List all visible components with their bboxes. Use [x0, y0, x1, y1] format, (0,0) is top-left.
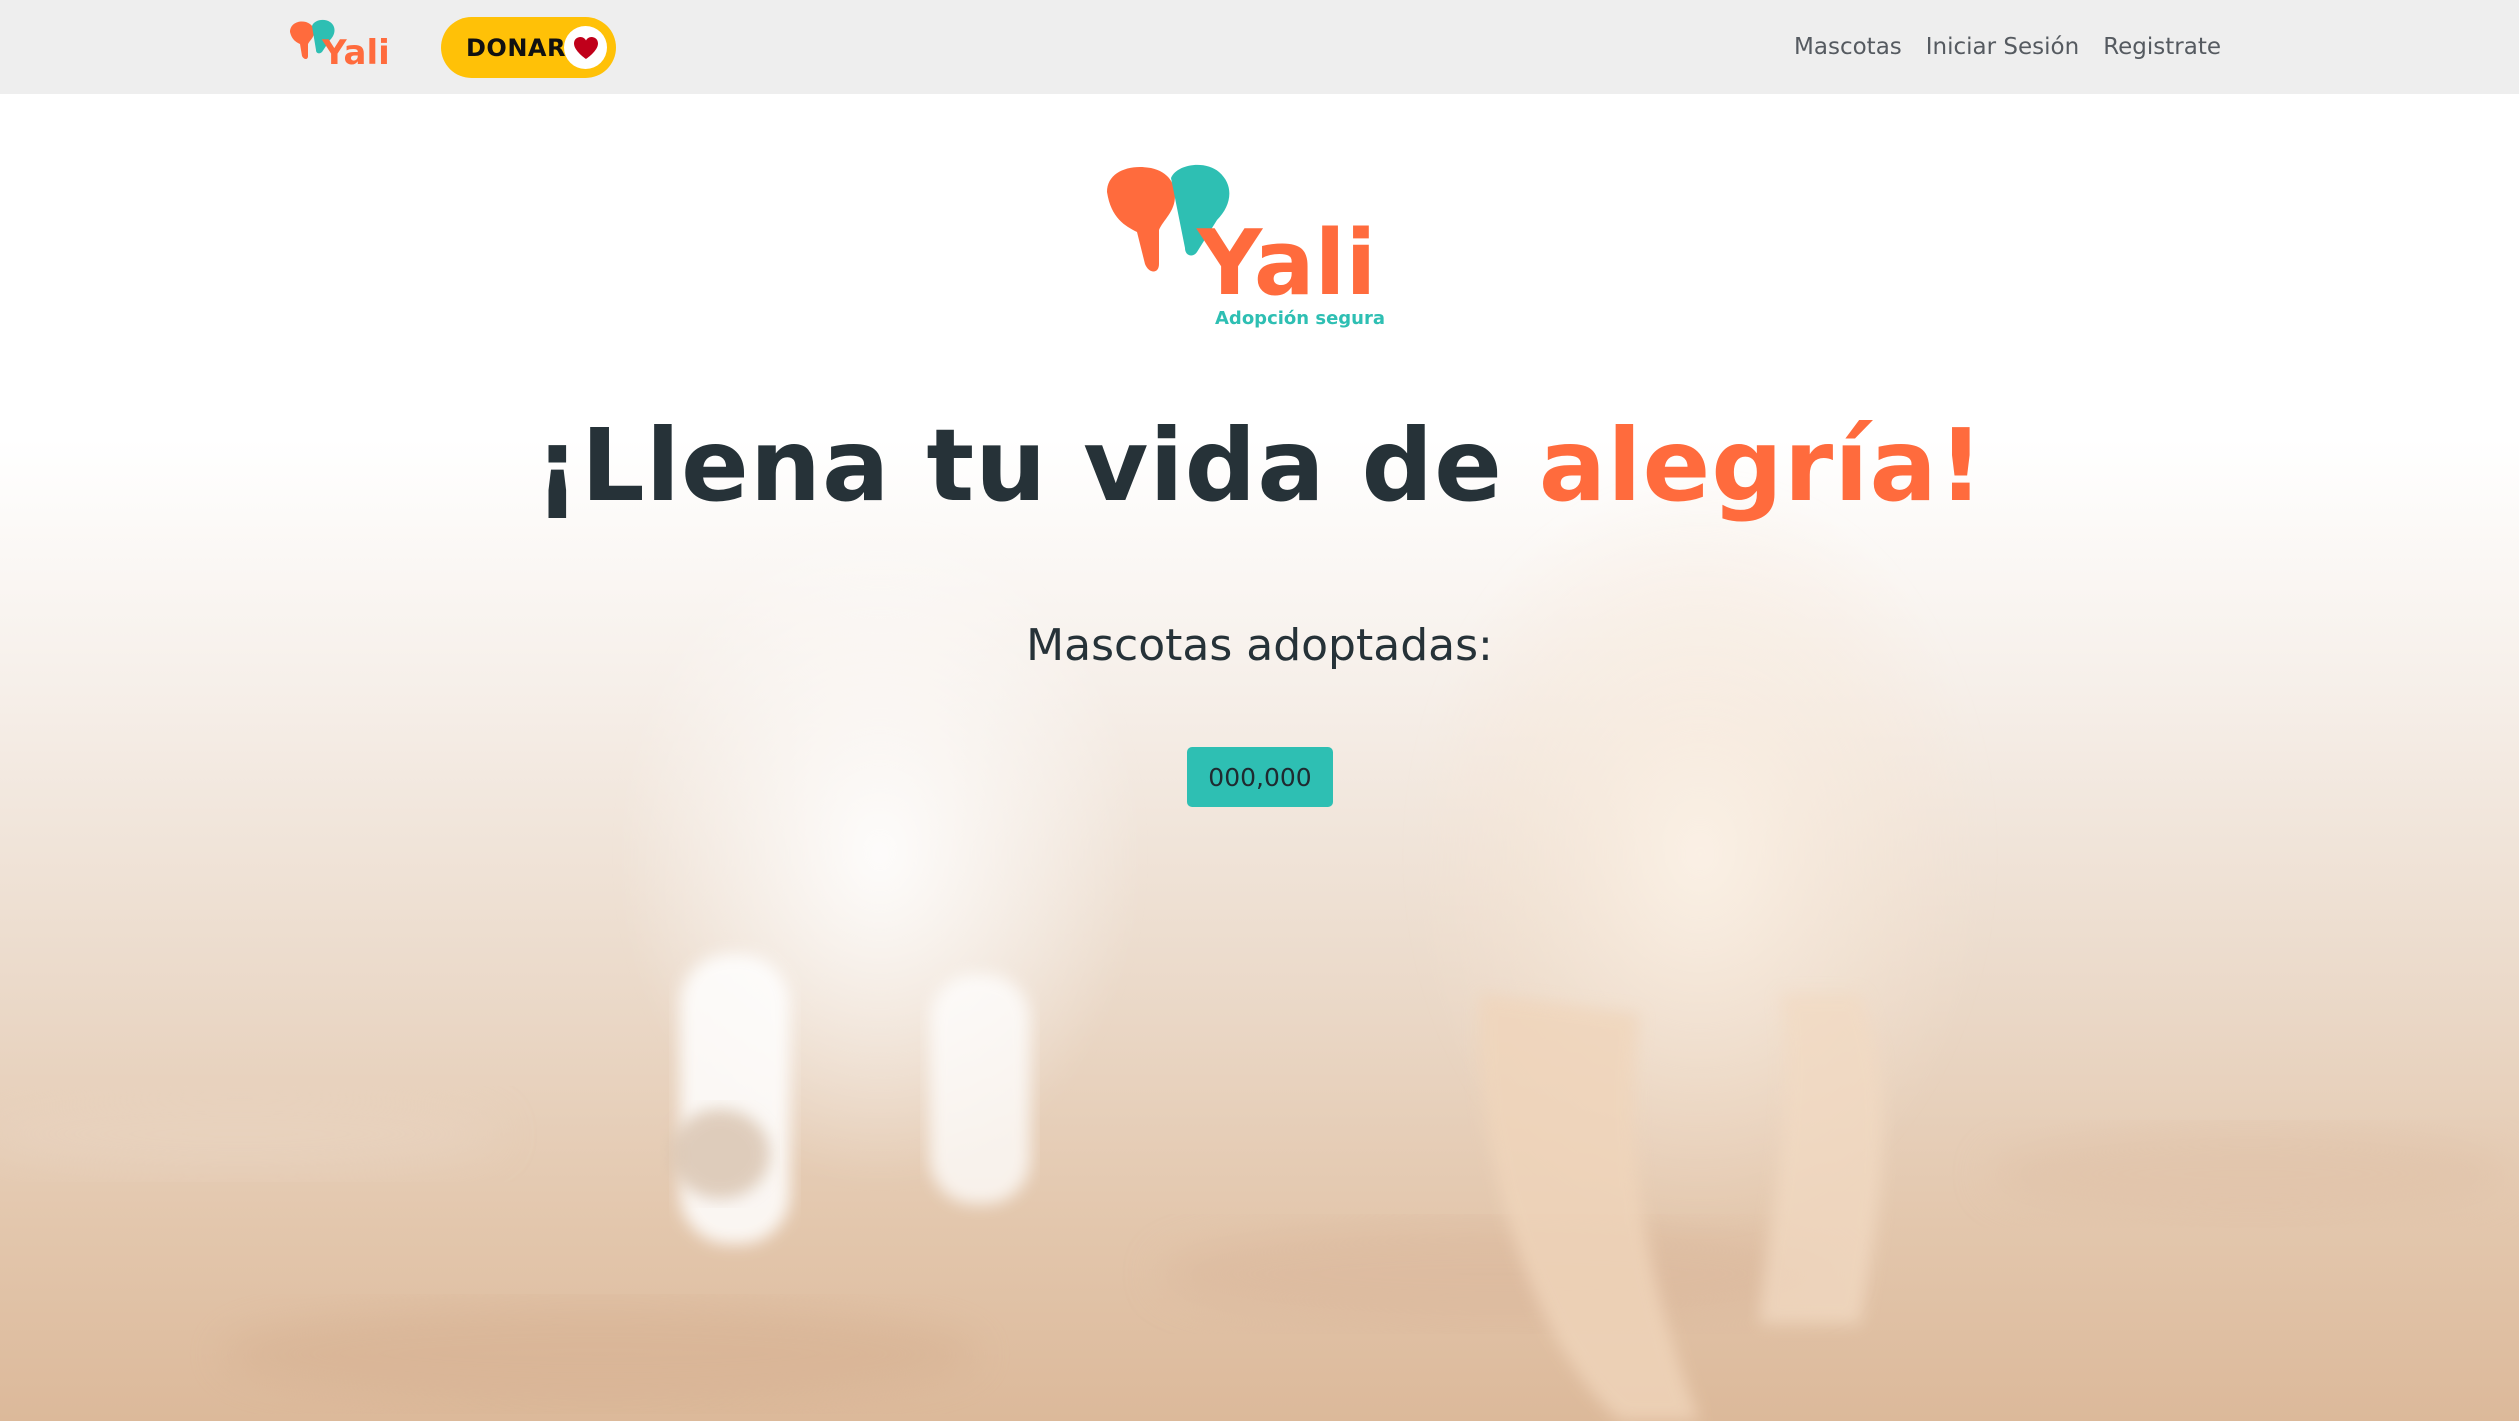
hero-title: ¡Llena tu vida de alegría! — [0, 406, 2519, 526]
donate-button[interactable]: DONAR — [441, 17, 616, 78]
adopted-counter-badge: 000,000 — [1187, 747, 1333, 807]
nav-links: Mascotas Iniciar Sesión Registrate — [1794, 0, 2221, 94]
nav-link-mascotas[interactable]: Mascotas — [1794, 34, 1902, 60]
navbar: Yali DONAR Mascotas Iniciar Sesión Regis… — [0, 0, 2519, 94]
nav-link-register[interactable]: Registrate — [2103, 34, 2221, 60]
svg-text:Yali: Yali — [321, 33, 390, 73]
yali-hero-logo: Yali Adopción segura — [1107, 164, 1385, 329]
heart-icon — [564, 26, 607, 69]
hero-section: Yali Adopción segura ¡Llena tu vida de a… — [0, 94, 2519, 1421]
nav-link-login[interactable]: Iniciar Sesión — [1926, 34, 2079, 60]
svg-text:Adopción segura: Adopción segura — [1215, 308, 1385, 329]
yali-logo[interactable]: Yali — [288, 18, 394, 74]
svg-text:Yali: Yali — [1196, 211, 1376, 316]
adopted-counter-label: Mascotas adoptadas: — [1026, 620, 1493, 671]
hero-title-accent: alegría! — [1538, 407, 1985, 524]
donate-label: DONAR — [466, 33, 566, 62]
hero-title-main: ¡Llena tu vida de — [534, 407, 1539, 524]
